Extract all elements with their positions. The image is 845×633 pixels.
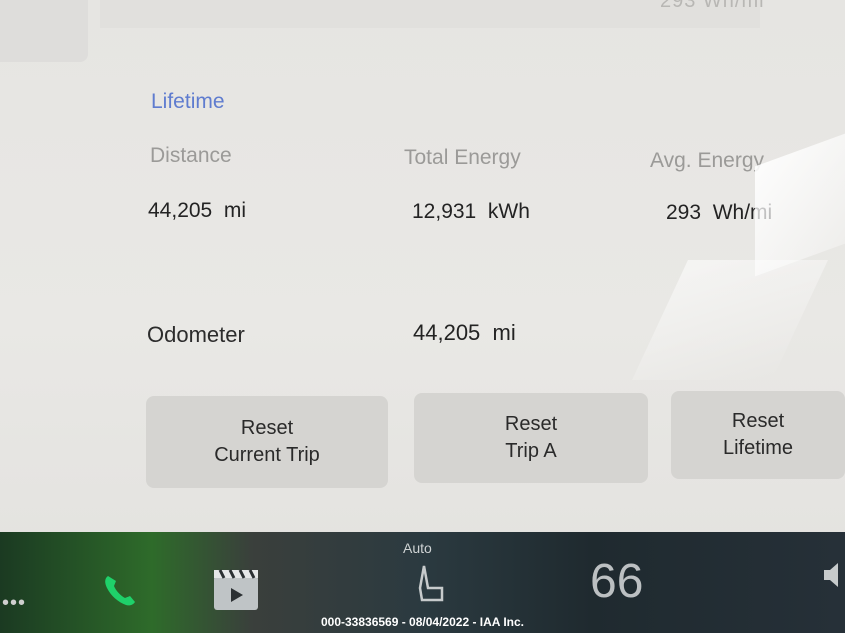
seat-heater-icon[interactable]: [418, 564, 446, 604]
screen-glare: [755, 133, 845, 277]
odometer-label: Odometer: [147, 322, 245, 347]
trip-screen: 293 Wh/mi Lifetime Distance Total Energy…: [0, 0, 845, 540]
speaker-icon[interactable]: [822, 560, 845, 590]
reset-current-trip-line2: Current Trip: [214, 444, 320, 466]
seat-heat-mode-label: Auto: [403, 540, 432, 556]
reset-current-trip-line1: Reset: [240, 417, 294, 439]
top-faded-value: 293 Wh/mi: [660, 0, 765, 12]
distance-value: 44,205 mi: [148, 199, 247, 222]
reset-lifetime-button[interactable]: Reset Lifetime: [671, 391, 845, 479]
reset-trip-a-line2: Trip A: [505, 440, 557, 462]
screen-glare-secondary: [632, 260, 828, 380]
total-energy-label: Total Energy: [404, 146, 521, 169]
distance-label: Distance: [150, 144, 232, 167]
odometer-value: 44,205 mi: [413, 320, 516, 345]
media-icon[interactable]: [212, 568, 262, 612]
reset-trip-a-line1: Reset: [504, 413, 558, 435]
reset-current-trip-button[interactable]: Reset Current Trip: [146, 396, 388, 488]
avg-energy-label: Avg. Energy: [650, 149, 765, 172]
top-left-card[interactable]: [0, 0, 88, 62]
total-energy-value: 12,931 kWh: [412, 200, 530, 223]
reset-lifetime-line2: Lifetime: [722, 437, 794, 459]
reset-trip-a-button[interactable]: Reset Trip A: [414, 393, 648, 483]
image-caption: 000-33836569 - 08/04/2022 - IAA Inc.: [320, 615, 525, 629]
cabin-temperature[interactable]: 66: [590, 554, 643, 609]
reset-lifetime-line1: Reset: [731, 410, 785, 432]
phone-icon[interactable]: [100, 570, 140, 610]
lifetime-title: Lifetime: [151, 90, 225, 113]
